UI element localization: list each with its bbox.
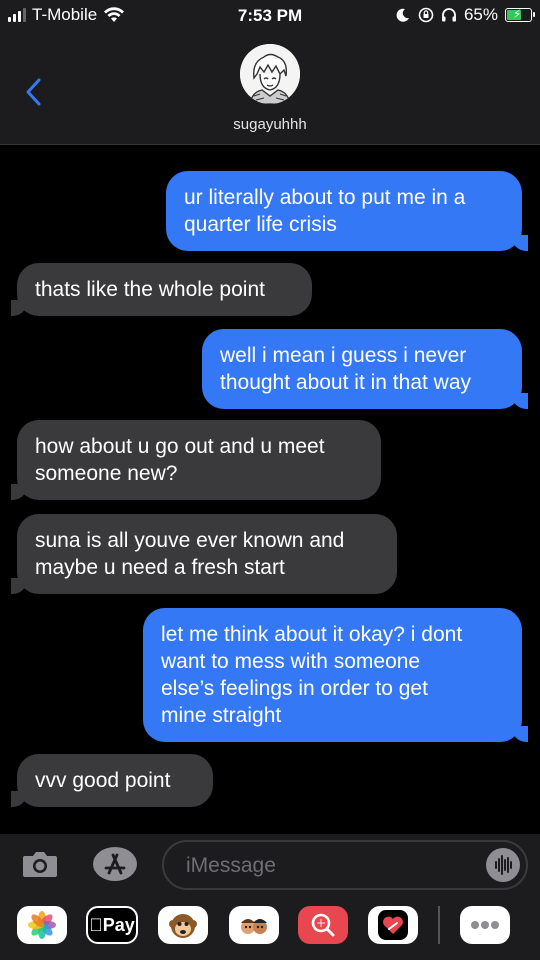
back-chevron-icon[interactable] — [22, 76, 46, 108]
conversation-header: sugayuhhh — [0, 32, 540, 145]
apple-pay-app-button[interactable]:  Pay — [86, 906, 138, 944]
message-input[interactable]: iMessage — [162, 840, 528, 890]
avatar-drawing-icon — [240, 44, 300, 104]
battery-percent: 65% — [463, 5, 498, 24]
orientation-lock-icon — [418, 7, 434, 23]
digital-touch-app-button[interactable] — [368, 906, 418, 944]
battery-icon: ⚡ — [505, 7, 535, 22]
message-thread: ur literally about to put me in a quarte… — [0, 144, 540, 834]
photos-icon — [28, 911, 56, 939]
contact-name[interactable]: sugayuhhh — [0, 116, 540, 133]
status-bar: T-Mobile 7:53 PM 65% ⚡ — [0, 0, 540, 32]
message-bubble-outgoing[interactable]: ur literally about to put me in a quarte… — [166, 171, 528, 251]
app-drawer-divider — [438, 906, 440, 944]
image-search-app-button[interactable] — [298, 906, 348, 944]
animoji-app-button[interactable] — [158, 906, 208, 944]
message-bubble-incoming[interactable]: how about u go out and u meet someone ne… — [11, 420, 381, 500]
more-apps-button[interactable] — [460, 906, 510, 944]
memoji-icon — [241, 919, 267, 934]
memoji-app-button[interactable] — [229, 906, 279, 944]
message-bubble-incoming[interactable]: vvv good point — [11, 754, 213, 807]
audio-message-button[interactable] — [486, 848, 520, 882]
digital-touch-icon — [378, 910, 408, 940]
search-images-icon — [311, 913, 335, 937]
do-not-disturb-moon-icon — [396, 8, 409, 22]
apple-pay-label: Pay — [95, 914, 135, 935]
audio-waveform-icon — [495, 855, 512, 875]
app-store-icon[interactable] — [92, 846, 138, 882]
message-input-placeholder: iMessage — [186, 854, 276, 877]
animoji-icon — [169, 914, 197, 938]
app-drawer:  Pay — [0, 896, 540, 960]
apple-pay-icon:  — [89, 915, 103, 936]
message-bubble-incoming[interactable]: suna is all youve ever known and maybe u… — [11, 514, 397, 594]
headphones-icon — [441, 8, 456, 22]
message-bubble-incoming[interactable]: thats like the whole point — [11, 263, 312, 316]
message-bubble-outgoing[interactable]: well i mean i guess i never thought abou… — [202, 329, 528, 409]
contact-avatar[interactable] — [240, 44, 300, 104]
camera-icon[interactable] — [22, 850, 58, 878]
compose-bar: iMessage — [0, 834, 540, 896]
message-bubble-outgoing[interactable]: let me think about it okay? i dont want … — [143, 608, 528, 742]
photos-app-button[interactable] — [17, 906, 67, 944]
status-right: 65% ⚡ — [395, 5, 535, 25]
more-apps-icon — [471, 921, 499, 929]
